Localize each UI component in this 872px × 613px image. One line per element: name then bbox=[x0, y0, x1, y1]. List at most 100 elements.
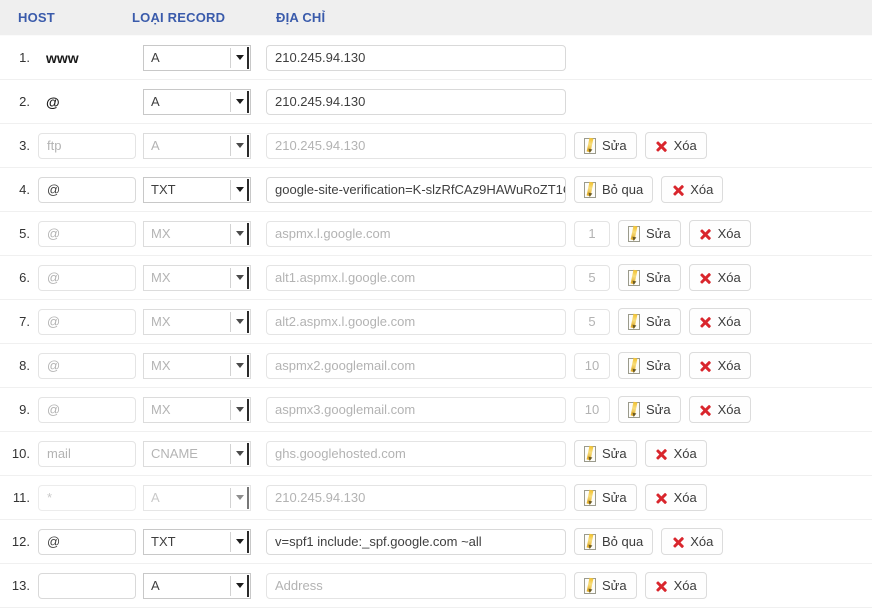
chevron-down-icon[interactable] bbox=[230, 91, 248, 112]
delete-button[interactable]: Xóa bbox=[661, 528, 724, 555]
delete-button[interactable]: Xóa bbox=[688, 220, 751, 247]
priority-cell: 1 bbox=[574, 220, 610, 247]
delete-button[interactable]: Xóa bbox=[688, 308, 751, 335]
edit-button[interactable]: Sửa bbox=[574, 572, 637, 599]
record-type-select[interactable]: A bbox=[143, 572, 251, 599]
record-type-select[interactable]: MX bbox=[143, 352, 251, 379]
address-input[interactable]: ghs.googlehosted.com bbox=[266, 440, 566, 467]
chevron-down-icon[interactable] bbox=[230, 47, 248, 68]
address-input[interactable]: aspmx.l.google.com bbox=[266, 220, 566, 247]
delete-button[interactable]: Xóa bbox=[644, 440, 707, 467]
address-input[interactable]: 210.245.94.130 bbox=[266, 484, 566, 511]
table-row: 12. @ TXT v=spf1 include:_spf.google.com ~a… bbox=[0, 520, 872, 564]
delete-button[interactable]: Xóa bbox=[688, 264, 751, 291]
address-input[interactable]: 210.245.94.130 bbox=[266, 44, 566, 71]
edit-button[interactable]: Sửa bbox=[574, 440, 637, 467]
delete-button-label: Xóa bbox=[717, 225, 741, 241]
record-type-select[interactable]: A bbox=[143, 484, 251, 511]
edit-button[interactable]: Sửa bbox=[618, 396, 681, 423]
chevron-down-icon[interactable] bbox=[230, 487, 248, 508]
row-index: 10. bbox=[11, 446, 30, 461]
record-type-select[interactable]: MX bbox=[143, 264, 251, 291]
table-row: 2. @ A 210.245.94.130 bbox=[0, 80, 872, 124]
host-input[interactable]: @ bbox=[38, 352, 136, 379]
host-input[interactable] bbox=[38, 572, 136, 599]
record-type-select[interactable]: MX bbox=[143, 308, 251, 335]
host-input[interactable]: @ bbox=[38, 264, 136, 291]
chevron-down-icon[interactable] bbox=[230, 355, 248, 376]
record-type-cell: A bbox=[143, 44, 253, 71]
chevron-down-icon[interactable] bbox=[230, 575, 248, 596]
priority-input[interactable]: 5 bbox=[574, 264, 610, 291]
red-x-icon bbox=[671, 535, 685, 549]
record-type-value: A bbox=[151, 577, 160, 593]
priority-input[interactable]: 10 bbox=[574, 396, 610, 423]
priority-cell: 5 bbox=[574, 308, 610, 335]
record-type-select[interactable]: TXT bbox=[143, 176, 251, 203]
record-type-select[interactable]: MX bbox=[143, 220, 251, 247]
delete-button[interactable]: Xóa bbox=[644, 132, 707, 159]
chevron-down-icon[interactable] bbox=[230, 179, 248, 200]
record-type-value: TXT bbox=[151, 181, 176, 197]
chevron-down-icon[interactable] bbox=[230, 531, 248, 552]
record-type-select[interactable]: A bbox=[143, 44, 251, 71]
address-input[interactable]: 210.245.94.130 bbox=[266, 132, 566, 159]
host-input[interactable]: mail bbox=[38, 440, 136, 467]
delete-button-label: Xóa bbox=[673, 137, 697, 153]
edit-button[interactable]: Sửa bbox=[618, 264, 681, 291]
host-input[interactable]: @ bbox=[38, 396, 136, 423]
edit-button[interactable]: Sửa bbox=[618, 308, 681, 335]
edit-button-label: Sửa bbox=[646, 313, 671, 329]
note-pencil-icon bbox=[628, 401, 641, 418]
record-type-value: A bbox=[151, 93, 160, 109]
record-type-cell: MX bbox=[143, 396, 253, 423]
record-type-select[interactable]: TXT bbox=[143, 528, 251, 555]
chevron-down-icon[interactable] bbox=[230, 399, 248, 420]
record-type-select[interactable]: MX bbox=[143, 396, 251, 423]
delete-button[interactable]: Xóa bbox=[661, 176, 724, 203]
address-input[interactable]: aspmx2.googlemail.com bbox=[266, 352, 566, 379]
row-index: 9. bbox=[19, 402, 30, 417]
chevron-down-icon[interactable] bbox=[230, 223, 248, 244]
delete-button[interactable]: Xóa bbox=[688, 352, 751, 379]
row-index: 1. bbox=[19, 50, 30, 65]
host-input[interactable]: @ bbox=[38, 528, 136, 555]
host-input[interactable]: @ bbox=[38, 308, 136, 335]
address-input[interactable]: 210.245.94.130 bbox=[266, 88, 566, 115]
host-input[interactable]: ftp bbox=[38, 132, 136, 159]
priority-input[interactable]: 1 bbox=[574, 220, 610, 247]
chevron-down-icon[interactable] bbox=[230, 443, 248, 464]
address-input[interactable]: v=spf1 include:_spf.google.com ~all bbox=[266, 528, 566, 555]
host-input[interactable]: @ bbox=[38, 176, 136, 203]
address-input[interactable]: Address bbox=[266, 572, 566, 599]
priority-input[interactable]: 5 bbox=[574, 308, 610, 335]
host-cell: @ bbox=[38, 528, 138, 555]
address-input[interactable]: google-site-verification=K-slzRfCAz9HAWu… bbox=[266, 176, 566, 203]
delete-button[interactable]: Xóa bbox=[644, 484, 707, 511]
skip-button[interactable]: Bỏ qua bbox=[574, 528, 654, 555]
record-type-select[interactable]: A bbox=[143, 88, 251, 115]
address-input[interactable]: alt1.aspmx.l.google.com bbox=[266, 264, 566, 291]
host-input[interactable]: @ bbox=[38, 220, 136, 247]
chevron-down-icon[interactable] bbox=[230, 311, 248, 332]
priority-cell: 5 bbox=[574, 264, 610, 291]
address-input[interactable]: alt2.aspmx.l.google.com bbox=[266, 308, 566, 335]
address-input[interactable]: aspmx3.googlemail.com bbox=[266, 396, 566, 423]
record-type-select[interactable]: CNAME bbox=[143, 440, 251, 467]
edit-button[interactable]: Sửa bbox=[618, 352, 681, 379]
edit-button[interactable]: Sửa bbox=[574, 484, 637, 511]
host-cell: @ bbox=[38, 308, 138, 335]
chevron-down-icon[interactable] bbox=[230, 267, 248, 288]
record-type-select[interactable]: A bbox=[143, 132, 251, 159]
skip-button[interactable]: Bỏ qua bbox=[574, 176, 654, 203]
edit-button[interactable]: Sửa bbox=[618, 220, 681, 247]
record-type-value: MX bbox=[151, 401, 171, 417]
delete-button[interactable]: Xóa bbox=[644, 572, 707, 599]
row-actions: Sửa Xóa bbox=[618, 308, 751, 335]
host-cell: @ bbox=[38, 396, 138, 423]
host-input[interactable]: * bbox=[38, 484, 136, 511]
chevron-down-icon[interactable] bbox=[230, 135, 248, 156]
edit-button[interactable]: Sửa bbox=[574, 132, 637, 159]
priority-input[interactable]: 10 bbox=[574, 352, 610, 379]
delete-button[interactable]: Xóa bbox=[688, 396, 751, 423]
